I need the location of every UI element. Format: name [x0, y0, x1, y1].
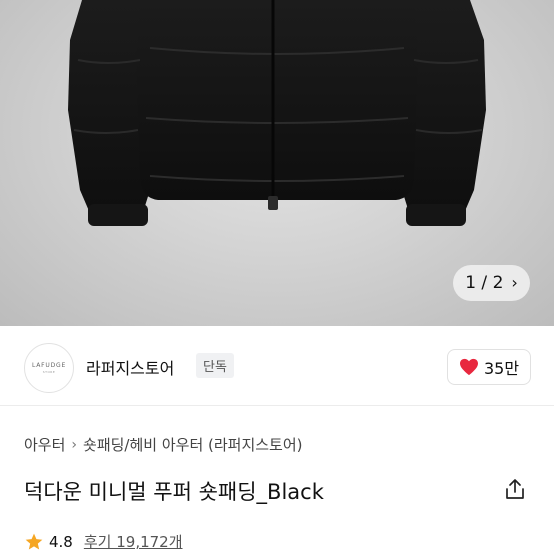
store-logo-subtext: STORE [42, 370, 56, 374]
heart-icon [459, 358, 478, 376]
breadcrumb: 아우터 › 숏패딩/헤비 아우터 (라퍼지스토어) [24, 434, 303, 455]
reviews-link[interactable]: 후기 19,172개 [84, 531, 183, 552]
rating-row: 4.8 후기 19,172개 [24, 531, 183, 552]
store-logo[interactable]: LAFUDGE STORE [24, 343, 74, 393]
store-logo-text: LAFUDGE [31, 362, 67, 369]
image-pager[interactable]: 1 / 2 › [453, 265, 530, 301]
product-title: 덕다운 미니멀 푸퍼 숏패딩_Black [24, 480, 324, 504]
like-button[interactable]: 35만 [447, 349, 531, 385]
pager-text: 1 / 2 [465, 273, 504, 293]
breadcrumb-item[interactable]: 숏패딩/헤비 아우터 (라퍼지스토어) [83, 434, 303, 455]
exclusive-badge: 단독 [196, 353, 234, 378]
product-image[interactable]: 1 / 2 › [0, 0, 554, 326]
chevron-right-icon: › [71, 436, 78, 453]
store-row[interactable]: LAFUDGE STORE 라퍼지스토어 단독 35만 [0, 330, 554, 406]
chevron-right-icon[interactable]: › [511, 275, 517, 291]
store-name[interactable]: 라퍼지스토어 [86, 355, 174, 379]
star-icon [25, 533, 43, 549]
rating-score: 4.8 [49, 532, 73, 551]
breadcrumb-item[interactable]: 아우터 [24, 434, 65, 455]
like-count: 35만 [483, 359, 520, 378]
share-icon[interactable] [505, 478, 525, 500]
